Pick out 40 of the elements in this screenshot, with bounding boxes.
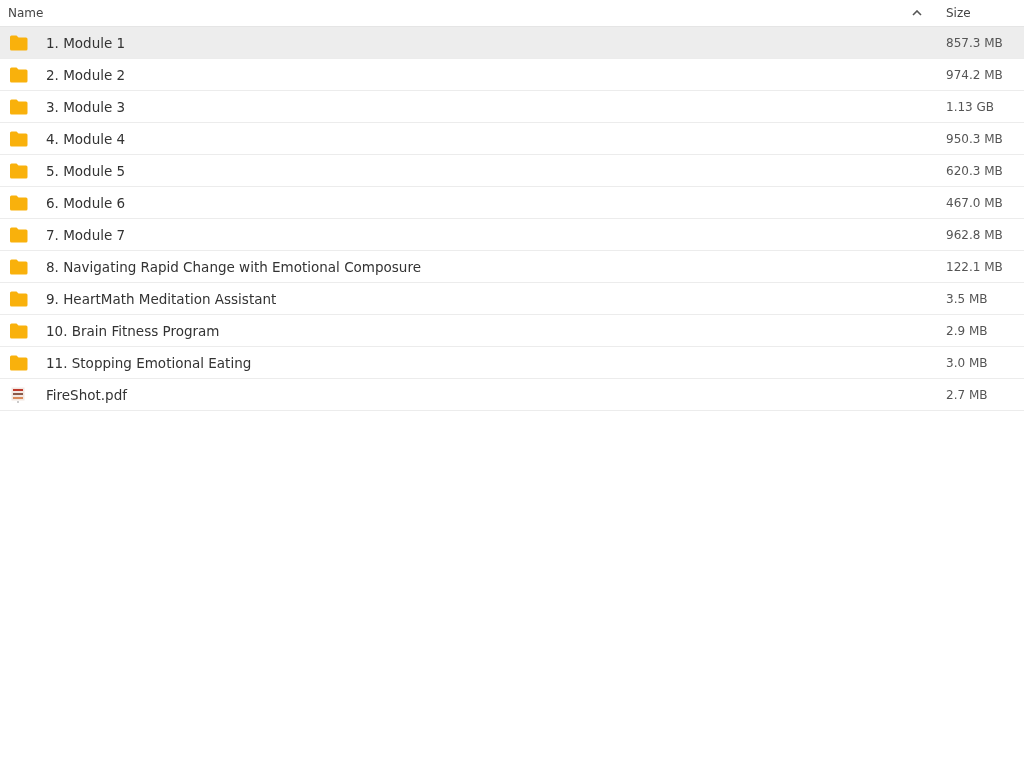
file-name: 5. Module 5 <box>46 162 127 179</box>
file-size: 3.5 MB <box>946 291 989 306</box>
document-icon <box>11 386 25 403</box>
folder-icon <box>8 66 28 83</box>
file-name: 10. Brain Fitness Program <box>46 322 221 339</box>
folder-icon <box>8 130 28 147</box>
folder-icon <box>8 162 28 179</box>
folder-icon <box>8 226 28 243</box>
folder-icon <box>8 34 28 51</box>
file-name: 4. Module 4 <box>46 130 127 147</box>
file-size: 467.0 MB <box>946 195 1004 210</box>
folder-icon <box>8 322 28 339</box>
file-size: 974.2 MB <box>946 67 1004 82</box>
file-size: 857.3 MB <box>946 35 1004 50</box>
column-header[interactable]: Name <box>8 6 912 20</box>
file-name: 8. Navigating Rapid Change with Emotional Composure <box>46 258 422 275</box>
file-name: 11. Stopping Emotional Eating <box>46 354 253 371</box>
file-row[interactable]: 1. Module 1 857.3 MB <box>0 27 1024 59</box>
file-name: 1. Module 1 <box>46 34 127 51</box>
folder-icon <box>8 194 28 211</box>
folder-icon <box>8 354 28 371</box>
file-name: 3. Module 3 <box>46 98 127 115</box>
folder-icon <box>8 258 28 275</box>
column-header[interactable]: Size <box>946 6 971 20</box>
file-size: 122.1 MB <box>946 259 1004 274</box>
file-size: 2.9 MB <box>946 323 989 338</box>
file-name: FireShot.pdf <box>46 386 129 403</box>
sort-ascending-icon[interactable] <box>912 10 922 16</box>
file-size: 620.3 MB <box>946 163 1004 178</box>
file-name: 9. HeartMath Meditation Assistant <box>46 290 278 307</box>
file-size: 1.13 GB <box>946 99 996 114</box>
folder-icon <box>8 98 28 115</box>
file-size: 962.8 MB <box>946 227 1004 242</box>
file-size: 950.3 MB <box>946 131 1004 146</box>
file-size: 2.7 MB <box>946 387 989 402</box>
file-name: 7. Module 7 <box>46 226 127 243</box>
file-name: 2. Module 2 <box>46 66 127 83</box>
file-name: 6. Module 6 <box>46 194 127 211</box>
folder-icon <box>8 290 28 307</box>
file-size: 3.0 MB <box>946 355 989 370</box>
